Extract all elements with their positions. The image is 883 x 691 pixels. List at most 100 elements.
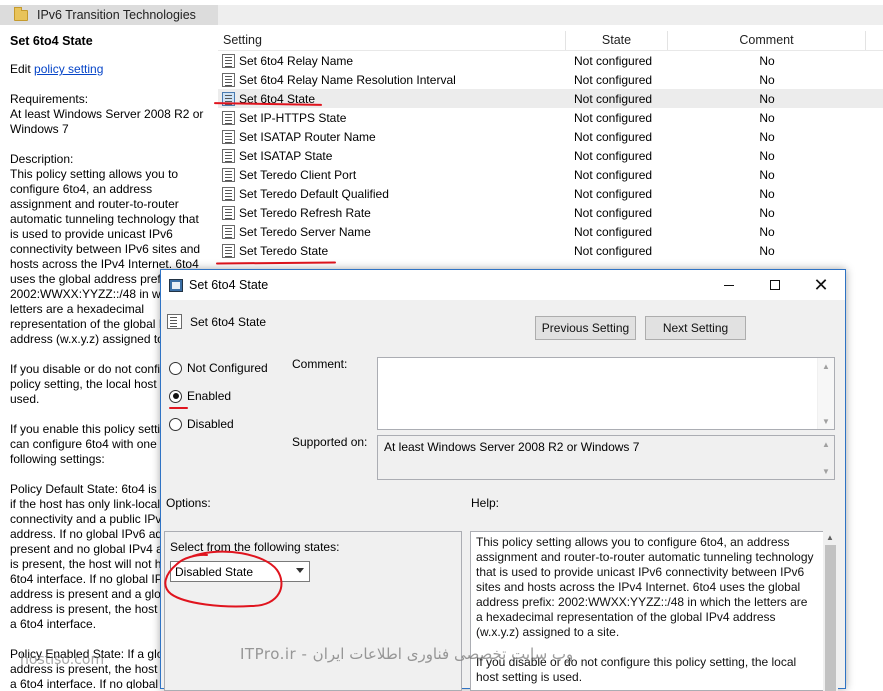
supported-on-box: At least Windows Server 2008 R2 or Windo…	[377, 435, 835, 480]
table-row[interactable]: Set Teredo Server Name Not configured No	[218, 222, 883, 241]
table-row[interactable]: Set IP-HTTPS State Not configured No	[218, 108, 883, 127]
setting-cell[interactable]: Set 6to4 Relay Name	[218, 53, 566, 68]
dialog-header-label: Set 6to4 State	[190, 314, 267, 329]
comment-cell: No	[759, 186, 775, 201]
maximize-icon	[770, 280, 780, 290]
setting-name: Set Teredo State	[239, 243, 329, 258]
folder-title-bar: IPv6 Transition Technologies	[0, 5, 218, 25]
policy-setting-icon	[222, 186, 235, 201]
comment-cell: No	[759, 167, 775, 182]
setting-cell[interactable]: Set ISATAP State	[218, 148, 566, 163]
supported-scrollbar[interactable]: ▲ ▼	[817, 436, 834, 479]
previous-setting-button[interactable]: Previous Setting	[535, 316, 636, 340]
maximize-button[interactable]	[752, 270, 798, 300]
table-row[interactable]: Set Teredo State Not configured No	[218, 241, 883, 260]
setting-name: Set Teredo Server Name	[239, 224, 371, 239]
scroll-up-icon[interactable]: ▲	[818, 436, 834, 452]
watermark-main: ITPro.ir - وب سایت تخصصی فناوری اطلاعات …	[240, 645, 574, 663]
setting-name: Set 6to4 Relay Name	[239, 53, 354, 68]
table-row[interactable]: Set 6to4 Relay Name Not configured No	[218, 51, 883, 70]
column-header-state[interactable]: State	[566, 31, 668, 50]
state-cell: Not configured	[574, 224, 653, 239]
setting-name: Set 6to4 Relay Name Resolution Interval	[239, 72, 456, 87]
state-cell: Not configured	[574, 129, 653, 144]
table-row[interactable]: Set ISATAP State Not configured No	[218, 146, 883, 165]
edit-policy-link[interactable]: policy setting	[34, 62, 103, 76]
comment-cell: No	[759, 129, 775, 144]
supported-on-label: Supported on:	[292, 435, 368, 449]
comment-cell: No	[759, 243, 775, 258]
policy-setting-icon	[222, 53, 235, 68]
annotation-circle	[164, 550, 283, 608]
policy-setting-icon	[222, 167, 235, 182]
close-button[interactable]: ✕	[798, 270, 844, 300]
scroll-up-icon[interactable]: ▲	[818, 358, 834, 374]
state-cell: Not configured	[574, 186, 653, 201]
table-row[interactable]: Set 6to4 Relay Name Resolution Interval N…	[218, 70, 883, 89]
radio-enabled-label: Enabled	[187, 389, 232, 403]
radio-enabled[interactable]: Enabled	[169, 389, 231, 403]
policy-setting-icon	[222, 110, 235, 125]
comment-scrollbar[interactable]: ▲ ▼	[817, 358, 834, 429]
scroll-down-icon[interactable]: ▼	[818, 463, 834, 479]
setting-cell[interactable]: Set ISATAP Router Name	[218, 129, 566, 144]
edit-prefix: Edit	[10, 62, 35, 76]
setting-name: Set IP-HTTPS State	[239, 110, 347, 125]
radio-not-configured[interactable]: Not Configured	[169, 361, 268, 375]
setting-cell[interactable]: Set Teredo State	[218, 243, 566, 258]
close-icon: ✕	[813, 275, 829, 295]
table-row[interactable]: Set ISATAP Router Name Not configured No	[218, 127, 883, 146]
setting-cell[interactable]: Set Teredo Default Qualified	[218, 186, 566, 201]
policy-setting-icon	[222, 72, 235, 87]
column-header-setting[interactable]: Setting	[218, 31, 566, 50]
minimize-button[interactable]	[706, 270, 752, 300]
folder-title: IPv6 Transition Technologies	[37, 8, 196, 22]
requirements-text: Requirements: At least Windows Server 20…	[10, 92, 204, 136]
policy-setting-icon	[222, 243, 235, 258]
policy-setting-icon	[222, 205, 235, 220]
options-label: Options:	[166, 496, 211, 510]
radio-disabled-circle[interactable]	[169, 417, 182, 431]
scroll-up-icon[interactable]: ▲	[826, 533, 834, 542]
help-scrollbar[interactable]: ▲	[823, 531, 838, 691]
scroll-down-icon[interactable]: ▼	[818, 413, 834, 429]
policy-dialog: Set 6to4 State ✕ Set 6to4 State Previous…	[160, 269, 846, 691]
table-row[interactable]: Set Teredo Client Port Not configured No	[218, 165, 883, 184]
state-cell: Not configured	[574, 243, 653, 258]
setting-cell[interactable]: Set Teredo Client Port	[218, 167, 566, 182]
comment-cell: No	[759, 205, 775, 220]
help-scroll-thumb[interactable]	[825, 545, 836, 691]
chevron-down-icon[interactable]	[296, 568, 304, 573]
setting-name: Set Teredo Refresh Rate	[239, 205, 371, 220]
comment-cell: No	[759, 224, 775, 239]
minimize-icon	[724, 284, 734, 286]
annotation-underline-enabled	[169, 407, 188, 409]
comment-cell: No	[759, 91, 775, 106]
comment-label: Comment:	[292, 357, 348, 371]
comment-cell: No	[759, 72, 775, 87]
annotation-underline-teredo	[215, 261, 337, 265]
table-row[interactable]: Set Teredo Refresh Rate Not configured No	[218, 203, 883, 222]
setting-cell[interactable]: Set 6to4 Relay Name Resolution Interval	[218, 72, 566, 87]
help-label: Help:	[471, 496, 500, 510]
next-setting-button[interactable]: Next Setting	[645, 316, 746, 340]
setting-name: Set Teredo Client Port	[239, 167, 357, 182]
settings-table: Setting State Comment Set 6to4 Relay Nam…	[218, 31, 883, 260]
state-cell: Not configured	[574, 167, 653, 182]
comment-textarea[interactable]: ▲ ▼	[377, 357, 835, 430]
column-header-comment[interactable]: Comment	[668, 31, 866, 50]
watermark-corner: hostiso.com	[20, 652, 105, 668]
setting-cell[interactable]: Set IP-HTTPS State	[218, 110, 566, 125]
pane-title: Set 6to4 State	[10, 34, 93, 48]
setting-cell[interactable]: Set Teredo Refresh Rate	[218, 205, 566, 220]
radio-enabled-circle[interactable]	[169, 389, 182, 403]
setting-name: Set Teredo Default Qualified	[239, 186, 389, 201]
state-cell: Not configured	[574, 205, 653, 220]
table-row[interactable]: Set Teredo Default Qualified Not configur…	[218, 184, 883, 203]
help-paragraph-1: This policy setting allows you to config…	[476, 535, 814, 639]
state-cell: Not configured	[574, 110, 653, 125]
radio-disabled[interactable]: Disabled	[169, 417, 234, 431]
radio-not-configured-circle[interactable]	[169, 361, 182, 375]
setting-name: Set ISATAP Router Name	[239, 129, 376, 144]
setting-cell[interactable]: Set Teredo Server Name	[218, 224, 566, 239]
